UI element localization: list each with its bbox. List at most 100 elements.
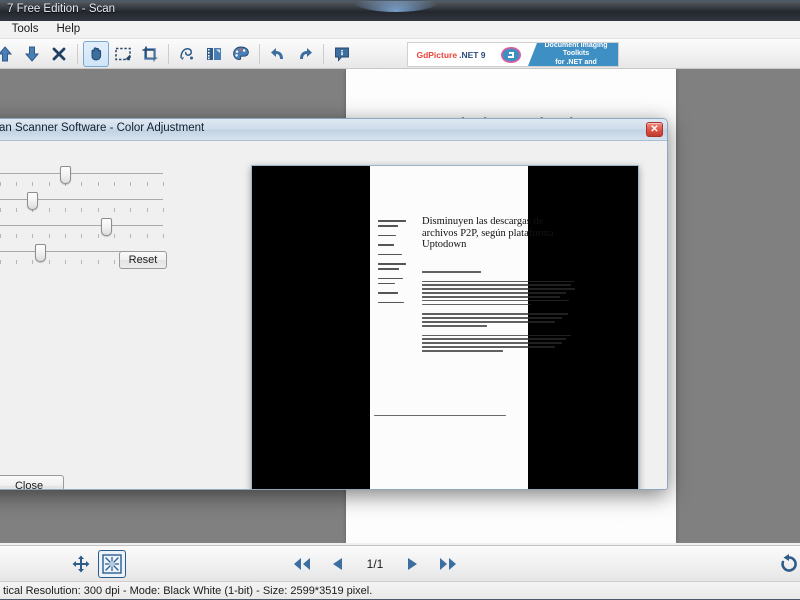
saturation-slider-ticks	[0, 234, 164, 238]
tick-mark	[163, 234, 164, 238]
tick-mark	[0, 260, 1, 264]
preview-panel[interactable]: Disminuyen las descargas de archivos P2P…	[251, 165, 639, 489]
preview-headline: Disminuyen las descargas de archivos P2P…	[422, 216, 554, 250]
close-button[interactable]: Close	[0, 475, 64, 489]
text-line	[378, 234, 396, 237]
preview-body-text	[422, 271, 577, 360]
move-down-button[interactable]	[19, 41, 45, 67]
toolbar-separator	[168, 43, 169, 64]
banner-tagline-line2: Document Imaging Toolkits	[544, 42, 608, 58]
tick-mark	[114, 208, 115, 212]
undo-arrow-icon	[271, 47, 283, 59]
tick-mark	[0, 182, 1, 186]
saturation-slider-thumb[interactable]	[101, 218, 113, 236]
saturation-slider-rail	[0, 225, 163, 226]
banner-logo	[494, 43, 528, 66]
tick-mark	[97, 182, 99, 186]
text-paragraph	[378, 234, 408, 237]
page-navigation: 1/1	[0, 550, 800, 578]
window-titlebar: 7 Free Edition - Scan	[0, 1, 800, 21]
menubar: Options Tools Help	[0, 21, 800, 39]
banner-brand-name: GdPicture	[416, 49, 458, 60]
dialog-titlebar: an Scanner Software - Color Adjustment ✕	[0, 119, 667, 141]
deskew-button[interactable]	[174, 41, 200, 67]
move-up-button[interactable]	[0, 41, 18, 67]
text-paragraph	[374, 414, 524, 416]
text-paragraph	[378, 263, 408, 270]
double-left-arrow-icon	[294, 558, 310, 570]
toolbar-separator	[77, 43, 78, 64]
tick-mark	[16, 182, 17, 186]
menu-item-help[interactable]: Help	[48, 21, 90, 38]
prev-page-button[interactable]	[324, 550, 352, 578]
select-area-button[interactable]	[110, 41, 136, 67]
deskew-icon	[180, 47, 193, 60]
text-paragraph	[378, 277, 408, 285]
text-line	[422, 346, 556, 348]
close-x-icon	[52, 47, 66, 60]
crop-button[interactable]	[137, 41, 163, 67]
text-line	[378, 282, 395, 285]
tick-mark	[32, 182, 34, 186]
text-paragraph	[422, 280, 577, 306]
arrow-down-icon	[24, 46, 40, 62]
preview-footer-text	[374, 414, 524, 424]
main-toolbar: GdPicture .NET 9 Royalty-Free Document I…	[0, 39, 800, 69]
text-line	[422, 338, 567, 340]
dialog-close-icon[interactable]: ✕	[646, 122, 663, 137]
brightness-slider-thumb[interactable]	[60, 166, 71, 184]
tick-mark	[32, 260, 34, 264]
delete-button[interactable]	[46, 41, 72, 67]
first-page-button[interactable]	[288, 550, 316, 578]
banner-brand: GdPicture .NET 9	[408, 43, 494, 66]
text-line	[422, 325, 488, 327]
text-line	[422, 321, 556, 323]
brightness-slider-ticks	[0, 182, 164, 186]
contrast-slider-track[interactable]	[0, 192, 164, 219]
text-line	[422, 288, 576, 290]
banner-product-version: .NET 9	[459, 49, 486, 60]
page-indicator[interactable]: 1/1	[360, 557, 390, 571]
tick-mark	[130, 234, 132, 238]
redo-arrow-icon	[300, 47, 312, 59]
tick-mark	[81, 234, 83, 238]
gamma-slider-thumb[interactable]	[34, 244, 46, 262]
text-line	[378, 225, 399, 227]
color-adjust-button[interactable]	[201, 41, 227, 67]
text-line	[422, 271, 481, 273]
rotate-left-button[interactable]	[775, 550, 800, 578]
tick-mark	[0, 208, 1, 212]
brightness-slider-track[interactable]	[0, 166, 164, 193]
palette-icon	[233, 46, 249, 60]
text-paragraph	[378, 220, 408, 227]
redo-button[interactable]	[292, 41, 318, 67]
tick-mark	[65, 208, 66, 212]
tick-mark	[146, 208, 148, 212]
text-paragraph	[378, 292, 408, 294]
text-paragraph	[378, 253, 408, 256]
saturation-slider-track[interactable]	[0, 218, 164, 245]
tick-mark	[16, 208, 17, 212]
banner-tagline-line3: for .NET and COM/ActiveX	[555, 58, 597, 66]
reset-button[interactable]: Reset	[119, 251, 167, 269]
tick-mark	[146, 234, 148, 238]
tick-mark	[81, 182, 83, 186]
palette-button[interactable]	[228, 41, 254, 67]
preview-left-band	[252, 166, 370, 489]
tick-mark	[16, 260, 17, 264]
tick-mark	[146, 182, 148, 186]
text-paragraph	[422, 313, 577, 327]
tick-mark	[81, 208, 83, 212]
text-paragraph	[378, 244, 408, 246]
menu-item-tools[interactable]: Tools	[3, 21, 48, 38]
contrast-slider-thumb[interactable]	[26, 192, 38, 210]
last-page-button[interactable]	[434, 550, 462, 578]
banner-tagline: Royalty-Free Document Imaging Toolkits f…	[528, 43, 618, 66]
annotation-button[interactable]	[329, 41, 355, 67]
gdpicture-banner[interactable]: GdPicture .NET 9 Royalty-Free Document I…	[407, 42, 619, 67]
pan-tool-button[interactable]	[83, 40, 109, 67]
next-page-button[interactable]	[398, 550, 426, 578]
tick-mark	[65, 234, 66, 238]
tick-mark	[114, 182, 115, 186]
undo-button[interactable]	[265, 41, 291, 67]
